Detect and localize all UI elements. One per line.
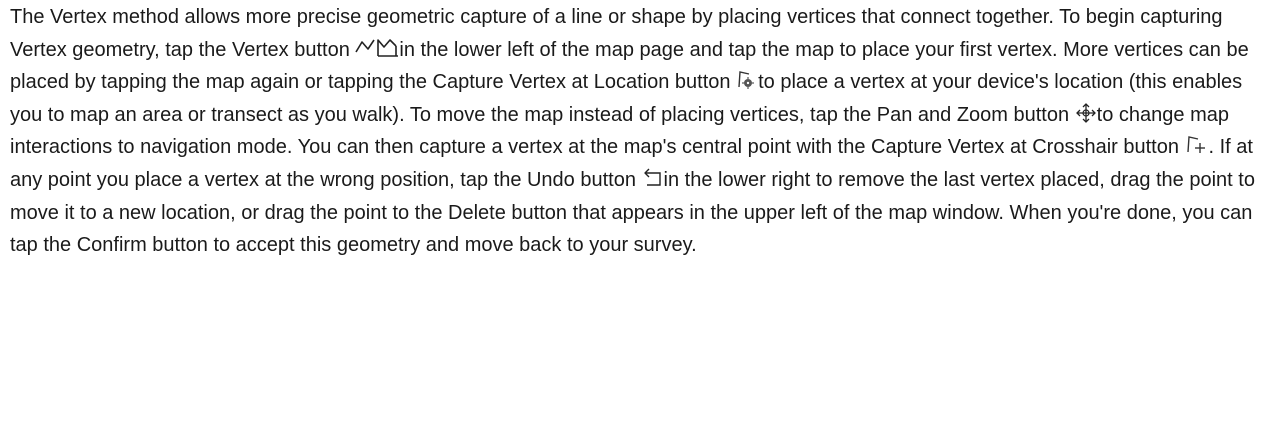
pan-and-zoom-icon bbox=[1075, 102, 1097, 124]
capture-vertex-at-location-icon bbox=[736, 69, 758, 91]
vertex-line-polygon-icon bbox=[355, 37, 399, 59]
capture-vertex-at-crosshair-icon bbox=[1185, 134, 1209, 156]
undo-icon bbox=[642, 167, 664, 189]
document: The Vertex method allows more precise ge… bbox=[0, 0, 1270, 442]
vertex-method-paragraph: The Vertex method allows more precise ge… bbox=[10, 0, 1264, 262]
